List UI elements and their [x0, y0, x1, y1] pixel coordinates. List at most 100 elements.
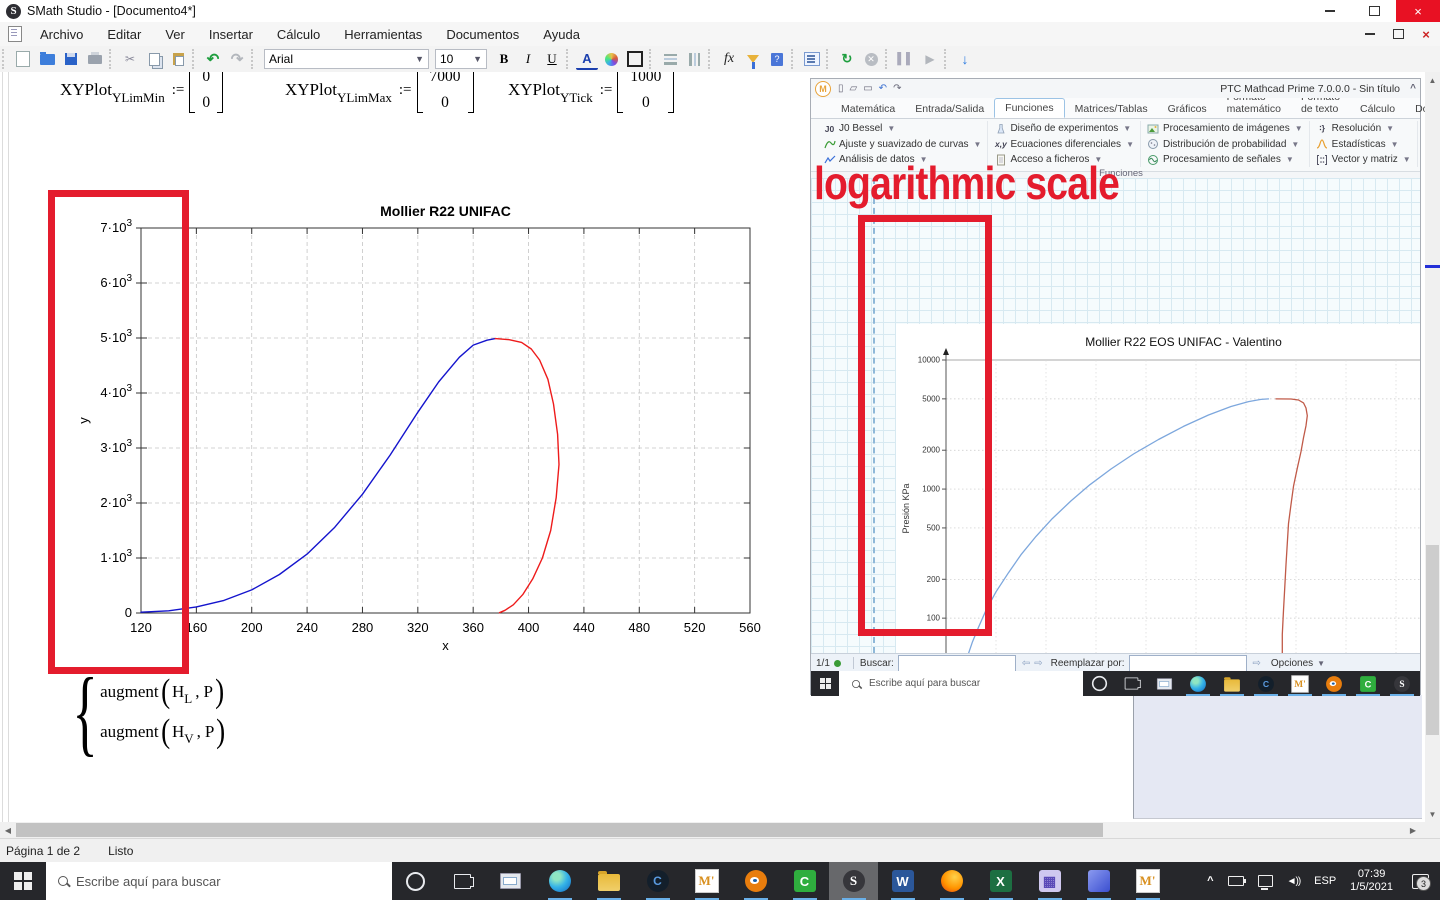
collapse-ribbon-icon[interactable]: ^	[1410, 83, 1416, 94]
ribbon-item-resoluci-n[interactable]: ∶}Resolución▼	[1316, 121, 1411, 136]
scroll-down-icon[interactable]: ▼	[1425, 806, 1440, 822]
taskbar-app-mathcad-2[interactable]: M'	[1123, 862, 1172, 900]
taskbar-app-edge[interactable]	[535, 862, 584, 900]
mathcad-undo-icon[interactable]: ↶	[879, 83, 887, 94]
taskbar-app-blender[interactable]	[731, 862, 780, 900]
menu-herramientas[interactable]: Herramientas	[332, 24, 434, 45]
pause-icon[interactable]: ▌▌	[895, 49, 917, 69]
find-input[interactable]	[898, 655, 1016, 672]
bold-button[interactable]: B	[493, 49, 515, 69]
new-document-icon[interactable]	[12, 49, 34, 69]
taskbar-app-fractal[interactable]	[1074, 862, 1123, 900]
italic-button[interactable]: I	[517, 49, 539, 69]
print-icon[interactable]	[84, 49, 106, 69]
palette-icon[interactable]	[600, 49, 622, 69]
minimize-button[interactable]	[1308, 0, 1352, 22]
volume-icon[interactable]: ◄))	[1287, 876, 1301, 887]
taskbar-app-word[interactable]: W	[878, 862, 927, 900]
mathcad-tab-docum[interactable]: Docum	[1405, 100, 1425, 118]
doc-minimize-button[interactable]	[1356, 22, 1384, 46]
menu-archivo[interactable]: Archivo	[28, 24, 95, 45]
ribbon-item-vector-y-matriz[interactable]: Vector y matriz▼	[1316, 152, 1411, 167]
ribbon-item-distribuci-n-de-probabilidad[interactable]: Distribución de probabilidad▼	[1147, 137, 1303, 152]
menu-documentos[interactable]: Documentos	[434, 24, 531, 45]
menu-insertar[interactable]: Insertar	[197, 24, 265, 45]
taskbar-app-firefox[interactable]	[927, 862, 976, 900]
mathcad-tab-c-lculo[interactable]: Cálculo	[1350, 100, 1405, 118]
taskbar-app-camtasia[interactable]: C	[780, 862, 829, 900]
taskbar-app-file-explorer[interactable]	[584, 862, 633, 900]
step-icon[interactable]: ↓	[954, 49, 976, 69]
align-horizontal-icon[interactable]	[659, 49, 681, 69]
menu-ver[interactable]: Ver	[153, 24, 197, 45]
vertical-scrollbar[interactable]: ▲ ▼	[1425, 72, 1440, 822]
ribbon-item-procesamiento-de-im-genes[interactable]: Procesamiento de imágenes▼	[1147, 121, 1303, 136]
redo-icon[interactable]: ↷	[226, 49, 248, 69]
mathcad-redo-icon[interactable]: ↷	[893, 83, 901, 94]
taskbar-app-excel[interactable]: X	[976, 862, 1025, 900]
doc-close-button[interactable]: ×	[1412, 22, 1440, 46]
mathcad-tab-matem-tica[interactable]: Matemática	[831, 100, 905, 118]
open-file-icon[interactable]	[36, 49, 58, 69]
definition-YLimMax[interactable]: XYPlotYLimMax:=70000	[285, 72, 474, 116]
scroll-right-icon[interactable]: ▶	[1405, 822, 1421, 838]
menu-editar[interactable]: Editar	[95, 24, 153, 45]
taskbar-app-mathcad[interactable]: M'	[682, 862, 731, 900]
mathcad-new-icon[interactable]: ▯	[838, 83, 844, 94]
notification-center-icon[interactable]: 3	[1407, 868, 1433, 894]
menu-cálculo[interactable]: Cálculo	[265, 24, 332, 45]
horizontal-scroll-thumb[interactable]	[16, 823, 1103, 837]
tray-chevron-icon[interactable]: ^	[1207, 875, 1213, 887]
mathcad-tab-funciones[interactable]: Funciones	[994, 98, 1064, 118]
horizontal-scrollbar[interactable]: ◀ ▶	[0, 822, 1440, 838]
font-family-select[interactable]: Arial▼	[264, 49, 429, 69]
task-view-button[interactable]	[439, 862, 486, 900]
cut-icon[interactable]: ✂	[119, 49, 141, 69]
insert-function-button[interactable]: fx	[718, 49, 740, 69]
stop-icon[interactable]: ✕	[860, 49, 882, 69]
border-button[interactable]	[624, 49, 646, 69]
font-size-select[interactable]: 10▼	[435, 49, 487, 69]
paste-icon[interactable]	[167, 49, 189, 69]
definition-YTick[interactable]: XYPlotYTick:=10000	[508, 72, 674, 116]
network-icon[interactable]	[1258, 875, 1273, 887]
doc-restore-button[interactable]	[1384, 22, 1412, 46]
undo-icon[interactable]: ↶	[202, 49, 224, 69]
help-book-icon[interactable]: ?	[766, 49, 788, 69]
font-color-button[interactable]: A	[576, 48, 598, 70]
recalculate-icon[interactable]: ↻	[836, 49, 858, 69]
definition-YLimMin[interactable]: XYPlotYLimMin:=00	[60, 72, 223, 116]
ribbon-item-dise-o-de-experimentos[interactable]: Diseño de experimentos▼	[994, 121, 1134, 136]
taskbar-search-box[interactable]: Escribe aquí para buscar	[46, 862, 392, 900]
document-area[interactable]: XYPlotYLimMin:=00 XYPlotYLimMax:=70000 XYP…	[0, 72, 1425, 822]
replace-input[interactable]	[1129, 655, 1247, 672]
ribbon-item-ajuste-y-suavizado-de-curvas[interactable]: Ajuste y suavizado de curvas▼	[823, 137, 981, 152]
list-icon[interactable]	[801, 49, 823, 69]
vertical-scroll-thumb[interactable]	[1426, 545, 1439, 735]
mathcad-tab-gr-ficos[interactable]: Gráficos	[1158, 100, 1217, 118]
find-prev-icon[interactable]: ⇦	[1022, 658, 1030, 669]
battery-icon[interactable]	[1228, 876, 1244, 886]
ribbon-item-j0-bessel[interactable]: J0J0 Bessel▼	[823, 121, 981, 136]
maximize-button[interactable]	[1352, 0, 1396, 22]
augment-expressions[interactable]: { augment( HL , P) augment( HV , P)	[62, 670, 228, 754]
clock[interactable]: 07:391/5/2021	[1350, 868, 1393, 894]
cortana-button[interactable]	[392, 862, 439, 900]
mathcad-open-icon[interactable]: ▱	[850, 83, 858, 94]
taskbar-app-archive[interactable]: ▦	[1025, 862, 1074, 900]
ribbon-item-procesamiento-de-se-ales[interactable]: Procesamiento de señales▼	[1147, 152, 1303, 167]
options-menu[interactable]: Opciones	[1271, 658, 1313, 669]
align-vertical-icon[interactable]	[683, 49, 705, 69]
menu-ayuda[interactable]: Ayuda	[531, 24, 592, 45]
scroll-up-icon[interactable]: ▲	[1425, 72, 1440, 88]
close-button[interactable]: ×	[1396, 0, 1440, 22]
ribbon-item-estad-sticas[interactable]: Estadísticas▼	[1316, 137, 1411, 152]
mathcad-save-icon[interactable]: ▭	[863, 83, 872, 94]
underline-button[interactable]: U	[541, 49, 563, 69]
ribbon-item-ecuaciones-diferenciales[interactable]: x,yEcuaciones diferenciales▼	[994, 137, 1134, 152]
taskbar-app-smath[interactable]: S	[829, 862, 878, 900]
mathcad-tab-matrices-tablas[interactable]: Matrices/Tablas	[1065, 100, 1158, 118]
replace-icon[interactable]: ⇨	[1253, 658, 1261, 669]
play-icon[interactable]: ▶	[919, 49, 941, 69]
find-next-icon[interactable]: ⇨	[1034, 658, 1042, 669]
